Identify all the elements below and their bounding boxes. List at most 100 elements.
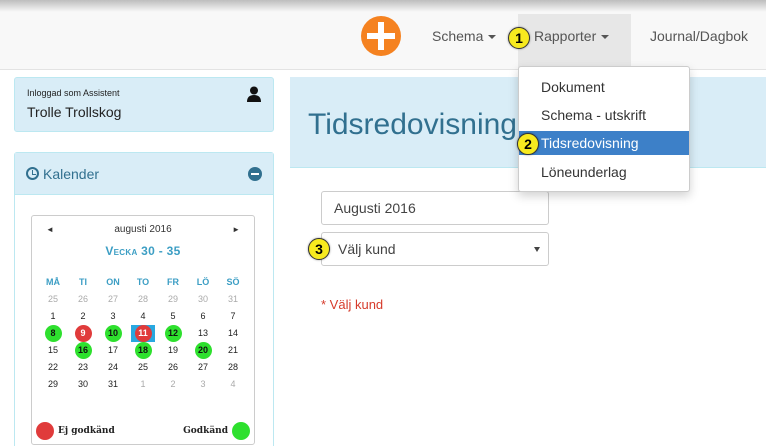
calendar-widget: ◄ augusti 2016 ► Vecka 30 - 35 MÅ TI ON … xyxy=(31,215,255,445)
calendar-day-headers: MÅ TI ON TO FR LÖ SÖ xyxy=(38,274,248,291)
chevron-down-icon xyxy=(488,35,497,40)
user-name: Trolle Trollskog xyxy=(27,104,122,120)
calendar-day[interactable]: 1 xyxy=(38,308,68,325)
calendar-day-number: 25 xyxy=(137,362,148,372)
rejected-dot-icon xyxy=(36,422,54,440)
brand-logo-icon[interactable] xyxy=(361,16,401,56)
calendar-day[interactable]: 31 xyxy=(218,291,248,308)
calendar-day-number: 28 xyxy=(227,362,238,372)
customer-select-value: Välj kund xyxy=(338,241,396,257)
calendar-day[interactable]: 4 xyxy=(128,308,158,325)
calendar-day[interactable]: 8 xyxy=(38,325,68,342)
calendar-day[interactable]: 3 xyxy=(98,308,128,325)
calendar-day[interactable]: 10 xyxy=(98,325,128,342)
calendar-day-number: 7 xyxy=(230,311,236,321)
calendar-day[interactable]: 28 xyxy=(218,359,248,376)
calendar-day[interactable]: 18 xyxy=(128,342,158,359)
menu-item-schema-utskrift[interactable]: Schema - utskrift xyxy=(519,103,689,127)
calendar-day[interactable]: 30 xyxy=(68,376,98,393)
nav-schema[interactable]: Schema xyxy=(432,28,497,44)
nav-schema-label: Schema xyxy=(432,28,484,44)
menu-item-tidsredovisning[interactable]: Tidsredovisning xyxy=(519,131,689,155)
calendar-day[interactable]: 14 xyxy=(218,325,248,342)
calendar-day[interactable]: 29 xyxy=(38,376,68,393)
calendar-day[interactable]: 30 xyxy=(188,291,218,308)
calendar-week-row: 25 26 27 28 29 30 31 xyxy=(38,291,248,308)
calendar-day-number: 1 xyxy=(140,379,146,389)
calendar-day[interactable]: 13 xyxy=(188,325,218,342)
calendar-day[interactable]: 22 xyxy=(38,359,68,376)
calendar-day[interactable]: 26 xyxy=(68,291,98,308)
nav-rapporter-label: Rapporter xyxy=(534,28,597,44)
menu-item-dokument[interactable]: Dokument xyxy=(519,75,689,99)
next-month-button[interactable]: ► xyxy=(232,225,240,234)
calendar-day[interactable]: 25 xyxy=(38,291,68,308)
calendar-day[interactable]: 29 xyxy=(158,291,188,308)
calendar-day[interactable]: 3 xyxy=(188,376,218,393)
calendar-day[interactable]: 24 xyxy=(98,359,128,376)
calendar-panel: Kalender ◄ augusti 2016 ► Vecka 30 - 35 … xyxy=(14,152,274,446)
calendar-day-number: 31 xyxy=(227,294,238,304)
calendar-day-number: 22 xyxy=(47,362,58,372)
calendar-day-number: 23 xyxy=(77,362,88,372)
calendar-day-number: 10 xyxy=(107,328,118,338)
validation-message: * Välj kund xyxy=(321,297,384,312)
step-badge-1: 1 xyxy=(508,27,530,49)
user-role-label: Inloggad som Assistent xyxy=(27,88,120,98)
calendar-day-number: 5 xyxy=(170,311,176,321)
user-icon[interactable] xyxy=(247,86,261,102)
calendar-day[interactable]: 12 xyxy=(158,325,188,342)
calendar-day[interactable]: 9 xyxy=(68,325,98,342)
rapporter-dropdown-menu: Dokument Schema - utskrift Tidsredovisni… xyxy=(518,66,690,192)
calendar-day-number: 26 xyxy=(77,294,88,304)
calendar-day[interactable]: 7 xyxy=(218,308,248,325)
month-field[interactable]: Augusti 2016 xyxy=(321,191,549,225)
menu-item-loneunderlag[interactable]: Löneunderlag xyxy=(519,160,689,184)
calendar-day[interactable]: 27 xyxy=(98,291,128,308)
calendar-day[interactable]: 5 xyxy=(158,308,188,325)
legend-approved-label: Godkänd xyxy=(183,426,228,436)
calendar-day-number: 30 xyxy=(77,379,88,389)
collapse-icon[interactable] xyxy=(248,167,262,181)
calendar-day-number: 13 xyxy=(197,328,208,338)
calendar-legend: Ej godkänd Godkänd xyxy=(36,422,250,442)
calendar-day[interactable]: 26 xyxy=(158,359,188,376)
calendar-day-number: 31 xyxy=(107,379,118,389)
calendar-day[interactable]: 2 xyxy=(68,308,98,325)
calendar-panel-header[interactable]: Kalender xyxy=(15,153,273,195)
calendar-day[interactable]: 31 xyxy=(98,376,128,393)
chevron-down-icon xyxy=(601,35,610,40)
calendar-day[interactable]: 23 xyxy=(68,359,98,376)
calendar-day-number: 4 xyxy=(140,311,146,321)
calendar-day-number: 30 xyxy=(197,294,208,304)
calendar-day-number: 1 xyxy=(50,311,56,321)
calendar-day[interactable]: 21 xyxy=(218,342,248,359)
calendar-day[interactable]: 16 xyxy=(68,342,98,359)
calendar-day[interactable]: 2 xyxy=(158,376,188,393)
calendar-day[interactable]: 27 xyxy=(188,359,218,376)
calendar-day[interactable]: 17 xyxy=(98,342,128,359)
nav-journal-dagbok[interactable]: Journal/Dagbok xyxy=(650,28,748,44)
calendar-day[interactable]: 11 xyxy=(128,325,158,342)
calendar-day[interactable]: 1 xyxy=(128,376,158,393)
calendar-day[interactable]: 28 xyxy=(128,291,158,308)
calendar-grid: MÅ TI ON TO FR LÖ SÖ 25 26 27 28 29 30 31 1 2 3 4 5… xyxy=(38,274,248,393)
calendar-day-number: 2 xyxy=(80,311,86,321)
customer-select[interactable]: Välj kund xyxy=(321,232,549,266)
legend-rejected-label: Ej godkänd xyxy=(58,426,115,436)
day-header: ON xyxy=(106,277,120,287)
calendar-day[interactable]: 6 xyxy=(188,308,218,325)
window-shadow xyxy=(0,0,766,12)
day-header: MÅ xyxy=(46,277,60,287)
calendar-day[interactable]: 25 xyxy=(128,359,158,376)
calendar-day[interactable]: 4 xyxy=(218,376,248,393)
calendar-week-row: 1 2 3 4 5 6 7 xyxy=(38,308,248,325)
calendar-day[interactable]: 19 xyxy=(158,342,188,359)
nav-rapporter[interactable]: Rapporter xyxy=(518,14,631,70)
day-header: TI xyxy=(79,277,87,287)
page-title: Tidsredovisning xyxy=(308,108,517,141)
calendar-day-number: 27 xyxy=(107,294,118,304)
calendar-day[interactable]: 20 xyxy=(188,342,218,359)
calendar-day[interactable]: 15 xyxy=(38,342,68,359)
calendar-day-number: 4 xyxy=(230,379,236,389)
